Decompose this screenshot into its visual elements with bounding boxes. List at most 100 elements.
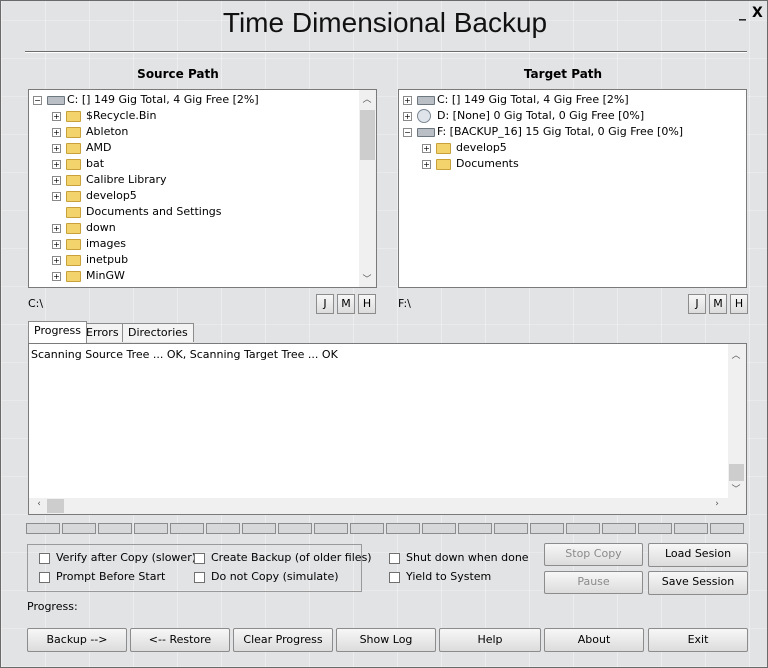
source-tree-item[interactable]: + down <box>29 220 357 236</box>
create-backup-checkbox[interactable]: Create Backup (of older files) <box>194 551 372 565</box>
log-vertical-scrollbar[interactable]: ︿ ﹀ <box>728 344 746 498</box>
source-tree-item[interactable]: + Ableton <box>29 124 357 140</box>
source-scroll-thumb[interactable] <box>360 110 375 160</box>
source-tree-item[interactable]: − C: [] 149 Gig Total, 4 Gig Free [2%] <box>29 92 357 108</box>
target-jump-j-button[interactable]: J <box>688 294 706 314</box>
expand-icon[interactable]: + <box>52 176 61 185</box>
target-tree-item[interactable]: − F: [BACKUP_16] 15 Gig Total, 0 Gig Free… <box>399 124 745 140</box>
folder-icon <box>66 111 81 122</box>
source-tree-item-label: C: [] 149 Gig Total, 4 Gig Free [2%] <box>67 93 259 106</box>
progress-status-label: Progress: <box>27 600 78 613</box>
target-tree-item-label: D: [None] 0 Gig Total, 0 Gig Free [0%] <box>437 109 645 122</box>
segmented-progress-bar <box>26 523 746 535</box>
collapse-icon[interactable]: − <box>403 128 412 137</box>
source-tree-item[interactable]: Documents and Settings <box>29 204 357 220</box>
expand-icon[interactable]: + <box>52 240 61 249</box>
restore-button[interactable]: <-- Restore <box>130 628 230 652</box>
expand-icon[interactable]: + <box>422 160 431 169</box>
source-tree-item[interactable]: + MinGW <box>29 268 357 284</box>
progress-segment <box>26 523 60 534</box>
source-tree-item[interactable]: + bat <box>29 156 357 172</box>
source-tree-item[interactable]: + develop5 <box>29 188 357 204</box>
expand-icon[interactable]: + <box>422 144 431 153</box>
prompt-before-start-checkbox[interactable]: Prompt Before Start <box>39 570 165 584</box>
source-tree-item[interactable]: + images <box>29 236 357 252</box>
prompt-label: Prompt Before Start <box>56 570 166 583</box>
log-horizontal-scrollbar[interactable]: ‹ › <box>29 498 746 514</box>
clear-progress-button[interactable]: Clear Progress <box>233 628 333 652</box>
scroll-right-arrow-icon[interactable]: › <box>709 499 725 509</box>
window-title: Time Dimensional Backup <box>222 7 548 38</box>
scroll-down-arrow-icon[interactable]: ﹀ <box>359 272 375 285</box>
scroll-down-arrow-icon[interactable]: ﹀ <box>728 482 744 495</box>
folder-icon <box>66 127 81 138</box>
scroll-up-arrow-icon[interactable]: ︿ <box>728 348 744 361</box>
scroll-left-arrow-icon[interactable]: ‹ <box>31 499 47 509</box>
verify-after-copy-checkbox[interactable]: Verify after Copy (slower) <box>39 551 196 565</box>
expand-icon[interactable]: + <box>52 256 61 265</box>
verify-label: Verify after Copy (slower) <box>56 551 197 564</box>
source-jump-j-button[interactable]: J <box>316 294 334 314</box>
stop-copy-button[interactable]: Stop Copy <box>544 543 643 566</box>
target-tree-item[interactable]: + D: [None] 0 Gig Total, 0 Gig Free [0%] <box>399 108 745 124</box>
hard-drive-icon <box>417 128 435 137</box>
expand-icon[interactable]: + <box>403 112 412 121</box>
progress-segment <box>638 523 672 534</box>
collapse-icon[interactable]: − <box>33 96 42 105</box>
help-button[interactable]: Help <box>439 628 541 652</box>
target-jump-m-button[interactable]: M <box>709 294 727 314</box>
folder-icon <box>66 255 81 266</box>
scroll-up-arrow-icon[interactable]: ︿ <box>359 92 375 105</box>
expand-icon[interactable]: + <box>52 128 61 137</box>
exit-button[interactable]: Exit <box>648 628 748 652</box>
about-button[interactable]: About <box>544 628 644 652</box>
tab-progress[interactable]: Progress <box>28 321 87 343</box>
progress-log[interactable]: Scanning Source Tree ... OK, Scanning Ta… <box>28 343 747 515</box>
progress-segment <box>530 523 564 534</box>
expand-icon[interactable]: + <box>52 272 61 281</box>
log-vscroll-thumb[interactable] <box>729 464 744 481</box>
expand-icon[interactable]: + <box>52 112 61 121</box>
log-hscroll-thumb[interactable] <box>47 499 64 513</box>
source-tree-item[interactable]: + Calibre Library <box>29 172 357 188</box>
hard-drive-icon <box>47 96 65 105</box>
expand-icon[interactable]: + <box>52 144 61 153</box>
minimize-button[interactable]: _ <box>739 6 746 20</box>
save-session-button[interactable]: Save Session <box>648 571 748 595</box>
source-tree-item[interactable]: + AMD <box>29 140 357 156</box>
do-not-copy-checkbox[interactable]: Do not Copy (simulate) <box>194 570 339 584</box>
expand-icon[interactable]: + <box>52 160 61 169</box>
target-tree-item[interactable]: + develop5 <box>399 140 745 156</box>
expand-icon[interactable]: + <box>403 96 412 105</box>
progress-segment <box>314 523 348 534</box>
progress-segment <box>98 523 132 534</box>
tab-directories[interactable]: Directories <box>122 323 194 342</box>
folder-icon <box>66 175 81 186</box>
source-tree-item[interactable]: + $Recycle.Bin <box>29 108 357 124</box>
target-tree-item[interactable]: + C: [] 149 Gig Total, 4 Gig Free [2%] <box>399 92 745 108</box>
options-group: Verify after Copy (slower) Create Backup… <box>27 544 372 592</box>
expand-icon[interactable]: + <box>52 224 61 233</box>
folder-icon <box>66 223 81 234</box>
show-log-button[interactable]: Show Log <box>336 628 436 652</box>
expand-icon[interactable]: + <box>52 192 61 201</box>
source-tree-item-label: $Recycle.Bin <box>86 109 157 122</box>
target-tree-item-label: Documents <box>456 157 519 170</box>
target-tree-item[interactable]: + Documents <box>399 156 745 172</box>
pause-button[interactable]: Pause <box>544 571 643 594</box>
progress-segment <box>674 523 708 534</box>
source-scrollbar[interactable]: ︿ ﹀ <box>359 90 376 287</box>
shutdown-checkbox[interactable]: Shut down when done <box>389 551 529 565</box>
source-jump-h-button[interactable]: H <box>358 294 376 314</box>
target-tree[interactable]: + C: [] 149 Gig Total, 4 Gig Free [2%] + D:… <box>398 89 747 288</box>
folder-icon <box>66 271 81 282</box>
source-tree-item[interactable]: + inetpub <box>29 252 357 268</box>
source-jump-m-button[interactable]: M <box>337 294 355 314</box>
target-jump-h-button[interactable]: H <box>730 294 748 314</box>
backup-button[interactable]: Backup --> <box>27 628 127 652</box>
progress-segment <box>494 523 528 534</box>
close-button[interactable]: X <box>752 6 763 20</box>
source-tree[interactable]: ︿ ﹀ − C: [] 149 Gig Total, 4 Gig Free [2%… <box>28 89 377 288</box>
load-session-button[interactable]: Load Sesion <box>648 543 748 567</box>
yield-to-system-checkbox[interactable]: Yield to System <box>389 570 491 584</box>
